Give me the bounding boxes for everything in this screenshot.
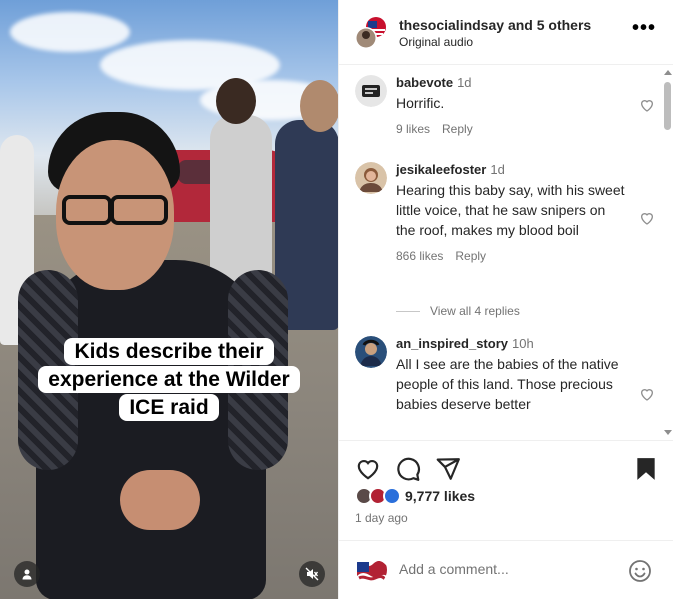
comment-time[interactable]: 1d <box>490 162 504 177</box>
collaborators-text[interactable]: and 5 others <box>508 17 591 33</box>
person-icon[interactable] <box>14 561 40 587</box>
heart-icon[interactable] <box>639 210 655 226</box>
reply-button[interactable]: Reply <box>455 249 486 263</box>
comment-icon[interactable] <box>395 456 421 482</box>
video-player[interactable]: Kids describe their experience at the Wi… <box>0 0 338 599</box>
scroll-down-arrow[interactable] <box>664 430 672 435</box>
child-hands <box>120 470 200 530</box>
commenter-avatar[interactable] <box>355 75 387 107</box>
comment-time[interactable]: 10h <box>512 336 534 351</box>
add-comment-input[interactable] <box>399 561 619 577</box>
scroll-thumb[interactable] <box>664 82 671 130</box>
heart-icon[interactable] <box>639 97 655 113</box>
emoji-icon[interactable] <box>628 559 652 583</box>
post-date[interactable]: 1 day ago <box>355 511 408 525</box>
author-username[interactable]: thesocialindsay <box>399 17 504 33</box>
liker-avatar <box>383 487 401 505</box>
glasses-right-lens <box>110 195 168 225</box>
share-icon[interactable] <box>435 456 461 482</box>
comment-time[interactable]: 1d <box>457 75 471 90</box>
likes-count[interactable]: 9,777 likes <box>405 488 475 504</box>
scroll-up-arrow[interactable] <box>664 70 672 75</box>
heart-icon[interactable] <box>639 386 655 402</box>
adult-head <box>216 78 256 124</box>
comment-username[interactable]: jesikaleefoster <box>396 162 486 177</box>
comment-username[interactable]: babevote <box>396 75 453 90</box>
post-panel: thesocialindsay and 5 others Original au… <box>338 0 673 599</box>
commenter-avatar[interactable] <box>355 336 387 368</box>
video-caption-line: experience at the Wilder <box>38 366 300 393</box>
author-avatar-stack[interactable] <box>355 16 387 49</box>
commenter-avatar[interactable] <box>355 162 387 194</box>
view-replies-text[interactable]: View all 4 replies <box>430 304 520 318</box>
comments-scrollbar[interactable] <box>661 66 673 441</box>
likes-summary[interactable]: 9,777 likes <box>355 485 475 507</box>
comment-likes[interactable]: 9 likes <box>396 122 430 136</box>
heart-icon[interactable] <box>355 456 381 482</box>
audio-label[interactable]: Original audio <box>399 35 473 49</box>
replies-divider <box>396 310 420 312</box>
current-user-avatar <box>355 554 387 586</box>
comment-username[interactable]: an_inspired_story <box>396 336 508 351</box>
add-comment-bar <box>339 540 673 599</box>
more-horizontal-icon[interactable]: ••• <box>632 18 656 38</box>
video-caption-line: Kids describe their <box>64 338 274 365</box>
cloud <box>10 12 130 52</box>
comment-text: All I see are the babies of the native p… <box>396 356 619 412</box>
view-replies-button[interactable]: View all 4 replies <box>396 304 520 318</box>
adult-head <box>300 80 338 132</box>
video-caption-line: ICE raid <box>119 394 219 421</box>
comments-list: babevote 1d Horrific. 9 likes Reply jesika… <box>339 66 673 441</box>
reply-button[interactable]: Reply <box>442 122 473 136</box>
comment-text: Horrific. <box>396 95 445 111</box>
glasses-left-lens <box>62 195 112 225</box>
speaker-muted-icon[interactable] <box>299 561 325 587</box>
bookmark-icon[interactable] <box>633 456 659 482</box>
post-header: thesocialindsay and 5 others Original au… <box>339 0 673 65</box>
comment-likes[interactable]: 866 likes <box>396 249 443 263</box>
comment-text: Hearing this baby say, with his sweet li… <box>396 182 625 238</box>
